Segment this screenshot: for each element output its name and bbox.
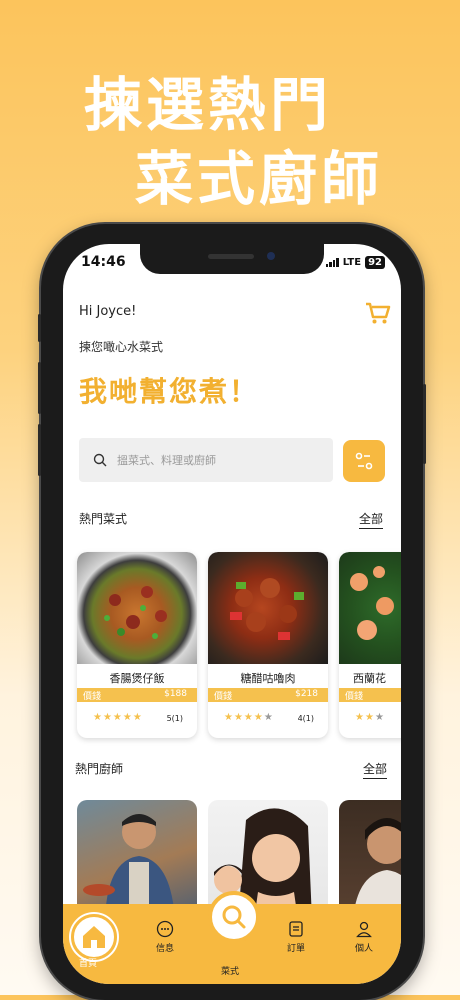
mute-switch bbox=[38, 314, 41, 342]
popular-chefs-title: 熱門廚師 bbox=[75, 762, 124, 776]
status-indicators: LTE 92 bbox=[325, 256, 385, 269]
person-icon bbox=[356, 921, 372, 938]
popular-dishes-title: 熱門菜式 bbox=[79, 512, 128, 526]
dish-card[interactable]: 糖醋咕嚕肉 價錢 $218 ★★★★★ 4(1) bbox=[208, 552, 328, 738]
filter-icon bbox=[355, 452, 373, 470]
filter-button[interactable] bbox=[343, 440, 385, 482]
rating-stars: ★★★★★ bbox=[93, 712, 143, 723]
signal-icon bbox=[325, 258, 339, 267]
price-label: 價錢 bbox=[83, 692, 102, 702]
dish-photo-sweet-sour-pork bbox=[208, 552, 328, 664]
search-dish-icon bbox=[222, 905, 246, 929]
volume-down-button bbox=[38, 424, 41, 476]
dish-card[interactable]: 西蘭花 價錢 ★★★ bbox=[339, 552, 401, 738]
chef-card[interactable] bbox=[339, 800, 401, 920]
rating-count: 4(1) bbox=[297, 714, 314, 723]
notch bbox=[140, 244, 324, 274]
dish-photo-garnish bbox=[230, 578, 304, 640]
phone-screen: 14:46 LTE 92 Hi Joyce! 揀您噉心水菜式 我哋幫您煮！ 搵菜… bbox=[63, 244, 401, 984]
tab-messages-label: 信息 bbox=[155, 944, 174, 954]
phone-frame: 14:46 LTE 92 Hi Joyce! 揀您噉心水菜式 我哋幫您煮！ 搵菜… bbox=[38, 224, 426, 1000]
chat-icon bbox=[156, 920, 174, 938]
rating-stars: ★★★ bbox=[355, 712, 385, 723]
price-value: $218 bbox=[295, 689, 318, 699]
price-label: 價錢 bbox=[214, 692, 233, 702]
rating-stars: ★★★★★ bbox=[224, 712, 274, 723]
page-title: 我哋幫您煮！ bbox=[79, 375, 260, 408]
network-label: LTE bbox=[342, 257, 362, 268]
camera-dot bbox=[267, 252, 275, 260]
price-value: $188 bbox=[164, 689, 187, 699]
price-bar: 價錢 $188 bbox=[77, 688, 197, 702]
greeting: Hi Joyce! bbox=[79, 304, 137, 319]
tab-profile[interactable]: 個人 bbox=[344, 920, 384, 954]
dish-name: 香腸煲仔飯 bbox=[109, 672, 165, 685]
power-button bbox=[423, 384, 426, 464]
chef-photo bbox=[353, 818, 401, 920]
tab-profile-label: 個人 bbox=[354, 944, 373, 954]
dish-photo-garnish bbox=[104, 586, 167, 639]
chef-photo bbox=[83, 814, 175, 920]
tab-messages[interactable]: 信息 bbox=[145, 920, 185, 954]
search-placeholder: 搵菜式、料理或廚師 bbox=[117, 454, 216, 467]
dish-name: 西蘭花 bbox=[353, 672, 386, 685]
order-icon bbox=[289, 921, 303, 937]
promo-headline-line2: 菜式廚師 bbox=[135, 145, 384, 213]
price-bar: 價錢 bbox=[339, 688, 401, 702]
speaker bbox=[208, 254, 254, 259]
tab-home-label: 首頁 bbox=[79, 959, 98, 969]
status-time: 14:46 bbox=[81, 254, 126, 270]
dish-name: 糖醋咕嚕肉 bbox=[240, 672, 296, 685]
price-label: 價錢 bbox=[345, 692, 364, 702]
tab-orders-label: 訂單 bbox=[286, 944, 305, 954]
dish-card[interactable]: 香腸煲仔飯 價錢 $188 ★★★★★ 5(1) bbox=[77, 552, 197, 738]
dishes-see-all-link[interactable]: 全部 bbox=[359, 510, 384, 529]
dish-photo-claypot-rice bbox=[77, 552, 197, 664]
dish-photo-garnish bbox=[350, 566, 394, 640]
promo-headline-line1: 揀選熱門 bbox=[84, 71, 333, 139]
rating-count: 5(1) bbox=[166, 714, 183, 723]
tab-dishes-label: 菜式 bbox=[220, 967, 239, 977]
chef-card[interactable] bbox=[77, 800, 197, 920]
subtitle: 揀您噉心水菜式 bbox=[79, 340, 164, 354]
price-bar: 價錢 $218 bbox=[208, 688, 328, 702]
cart-icon[interactable] bbox=[365, 300, 391, 326]
dish-photo-broccoli-shrimp bbox=[339, 552, 401, 664]
search-icon bbox=[93, 453, 107, 467]
search-input[interactable]: 搵菜式、料理或廚師 bbox=[79, 438, 333, 482]
volume-up-button bbox=[38, 362, 41, 414]
tab-orders[interactable]: 訂單 bbox=[276, 920, 316, 954]
battery-icon: 92 bbox=[365, 256, 385, 269]
chefs-see-all-link[interactable]: 全部 bbox=[363, 760, 388, 779]
tab-home[interactable] bbox=[71, 914, 117, 960]
tab-dishes-label-wrap: 菜式 bbox=[210, 964, 250, 977]
tab-dishes[interactable] bbox=[208, 891, 260, 943]
home-icon bbox=[83, 926, 105, 948]
